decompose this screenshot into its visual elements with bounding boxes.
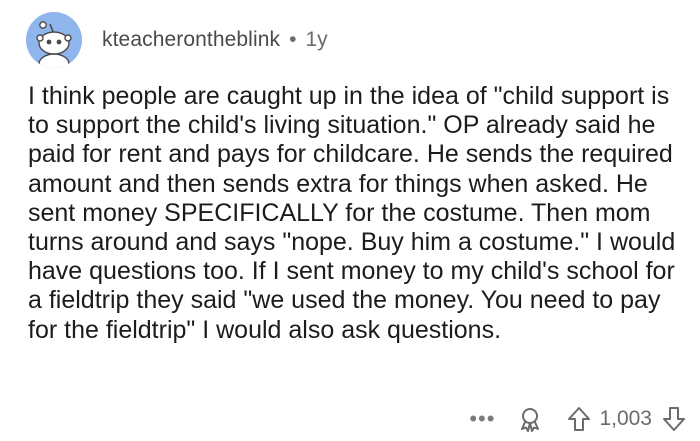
downvote-arrow-icon [663, 407, 685, 431]
username[interactable]: kteacherontheblink [102, 28, 280, 52]
comment: kteacherontheblink • 1y I think people a… [0, 0, 700, 441]
upvote-button[interactable] [567, 406, 591, 432]
comment-actions: ••• 1,003 [469, 402, 686, 436]
comment-body: I think people are caught up in the idea… [28, 82, 676, 344]
comment-age: 1y [305, 28, 328, 51]
upvote-arrow-icon [568, 407, 591, 431]
comment-header: kteacherontheblink • 1y [26, 12, 328, 68]
reddit-snoo-avatar-icon [36, 21, 72, 68]
meta-separator: • [289, 28, 297, 51]
award-button[interactable] [517, 406, 543, 432]
more-options-button[interactable]: ••• [469, 406, 495, 432]
vote-score: 1,003 [599, 407, 652, 430]
award-icon [521, 408, 540, 432]
avatar[interactable] [26, 12, 82, 68]
downvote-button[interactable] [662, 406, 686, 432]
